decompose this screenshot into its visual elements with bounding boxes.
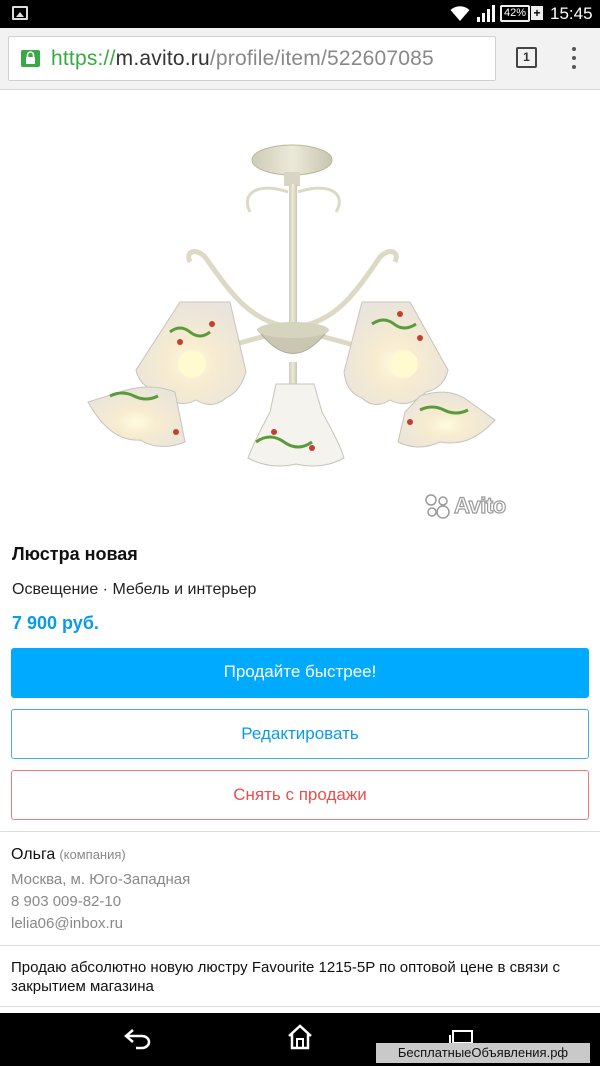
address-bar[interactable]: https://m.avito.ru/profile/item/52260708… <box>8 36 496 81</box>
chandelier-illustration <box>87 144 496 467</box>
shade-upper-right <box>343 301 449 405</box>
signal-icon <box>477 5 495 22</box>
listing-title: Люстра новая <box>12 544 138 564</box>
divider <box>0 831 600 832</box>
url-path: /profile/item/522607085 <box>209 47 434 70</box>
overflow-menu-icon[interactable] <box>566 45 582 71</box>
seller-name: Ольга (компания) <box>11 846 126 864</box>
avito-watermark: Avito <box>424 492 507 519</box>
charging-icon: + <box>531 6 543 20</box>
url-scheme: https:// <box>51 47 116 70</box>
battery-icon: 42% <box>500 5 530 22</box>
seller-email[interactable]: lelia06@inbox.ru <box>11 915 123 932</box>
remove-listing-button[interactable]: Снять с продажи <box>11 770 589 820</box>
url-host: m.avito.ru <box>115 47 210 70</box>
sell-faster-button[interactable]: Продайте быстрее! <box>11 648 589 698</box>
shade-center <box>247 383 345 467</box>
wifi-icon <box>450 6 470 21</box>
clock: 15:45 <box>550 4 593 23</box>
tabs-button[interactable]: 1 <box>516 47 537 68</box>
seller-phone[interactable]: 8 903 009-82-10 <box>11 893 121 910</box>
home-icon[interactable] <box>286 1024 314 1050</box>
browser-toolbar: https://m.avito.ru/profile/item/52260708… <box>0 28 600 90</box>
divider <box>0 945 600 946</box>
edit-button[interactable]: Редактировать <box>11 709 589 759</box>
listing-category[interactable]: Освещение · Мебель и интерьер <box>12 581 256 599</box>
seller-type: (компания) <box>59 847 126 862</box>
watermark-text: Avito <box>453 492 506 518</box>
listing-description: Продаю абсолютно новую люстру Favourite … <box>11 959 561 995</box>
seller-location: Москва, м. Юго-Западная <box>11 871 191 888</box>
chandelier-photo[interactable] <box>0 92 600 530</box>
url-text: https://m.avito.ru/profile/item/52260708… <box>51 47 434 71</box>
shade-lower-left <box>87 386 186 447</box>
back-icon[interactable] <box>124 1026 152 1050</box>
lock-icon <box>21 50 40 67</box>
status-bar: 42% + 15:45 <box>0 0 600 28</box>
site-watermark: БесплатныеОбъявления.рф <box>376 1043 590 1063</box>
seller-name-text: Ольга <box>11 846 56 863</box>
screen: 42% + 15:45 https://m.avito.ru/profile/i… <box>0 0 600 1066</box>
avito-logo-icon <box>425 494 450 519</box>
divider <box>0 1006 600 1007</box>
recent-apps-icon[interactable] <box>448 1030 474 1044</box>
image-notification-icon <box>12 6 28 20</box>
battery-percent: 42% <box>503 7 527 19</box>
listing-price: 7 900 руб. <box>12 613 99 633</box>
